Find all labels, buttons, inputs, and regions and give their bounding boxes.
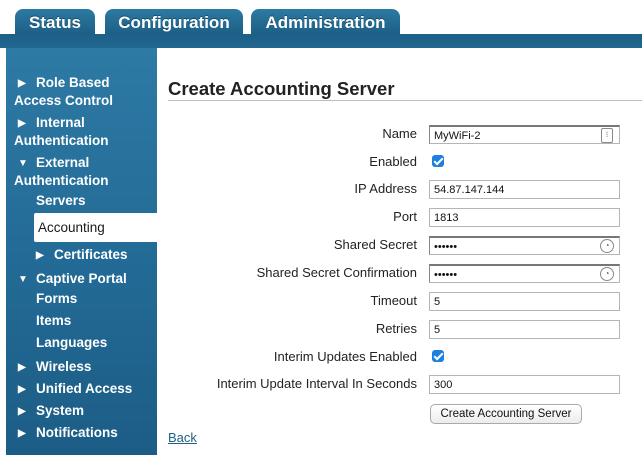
shared-secret-confirmation-input[interactable]: •••••• ◔ [429,264,620,283]
sidebar-item-role-based-access-control[interactable]: ▶ Role Based [18,74,110,93]
tab-configuration[interactable]: Configuration [105,9,243,34]
sidebar-item-internal-authentication-line2[interactable]: Authentication [14,132,109,150]
key-icon[interactable]: ◔ [600,239,614,253]
shared-secret-label: Shared Secret [333,237,417,252]
timeout-input[interactable]: 5 [429,292,620,311]
sidebar-item-items[interactable]: Items [36,312,71,330]
port-input[interactable]: 1813 [429,208,620,227]
interim-updates-enabled-checkbox[interactable] [432,350,444,362]
name-label: Name [382,126,417,141]
key-icon[interactable]: ◔ [600,267,614,281]
retries-label: Retries [375,321,417,336]
title-divider [168,100,642,101]
top-tab-bar: Status Configuration Administration [0,0,642,34]
shared-secret-input[interactable]: •••••• ◔ [429,236,620,255]
triangle-right-icon: ▶ [18,428,26,439]
sidebar-item-internal-authentication[interactable]: ▶ Internal [18,114,85,133]
enabled-checkbox[interactable] [432,155,444,167]
header-band [0,34,642,48]
retries-input[interactable]: 5 [429,320,620,339]
triangle-right-icon: ▶ [18,406,26,417]
sidebar-item-unified-access[interactable]: ▶ Unified Access [18,380,132,399]
triangle-right-icon: ▶ [36,250,44,261]
shared-secret-value: •••••• [434,241,458,253]
contact-card-icon[interactable]: ⁝ [601,128,613,143]
create-accounting-server-button[interactable]: Create Accounting Server [430,404,582,424]
enabled-label: Enabled [369,154,417,169]
page-title: Create Accounting Server [168,78,395,99]
sidebar-item-servers[interactable]: Servers [36,192,86,210]
shared-secret-confirmation-label: Shared Secret Confirmation [256,265,417,280]
tab-status[interactable]: Status [15,9,95,34]
sidebar-item-role-based-access-control-line2[interactable]: Access Control [14,92,113,110]
name-input[interactable]: MyWiFi-2 ⁝ [429,125,620,144]
port-label: Port [393,209,417,224]
triangle-right-icon: ▶ [18,362,26,373]
sidebar-item-wireless[interactable]: ▶ Wireless [18,358,91,377]
sidebar-item-external-authentication[interactable]: ▼ External [18,154,89,173]
interim-updates-enabled-label: Interim Updates Enabled [273,349,417,364]
shared-secret-confirmation-value: •••••• [434,269,458,281]
sidebar-item-external-authentication-line2[interactable]: Authentication [14,172,109,190]
triangle-right-icon: ▶ [18,78,26,89]
sidebar: ▶ Role Based Access Control ▶ Internal Aut… [6,48,157,455]
triangle-down-icon: ▼ [18,158,28,169]
sidebar-item-captive-portal[interactable]: ▼ Captive Portal [18,270,127,289]
sidebar-item-certificates[interactable]: ▶ Certificates [36,246,128,265]
triangle-right-icon: ▶ [18,384,26,395]
sidebar-item-accounting[interactable]: Accounting [34,213,157,242]
interim-update-interval-label: Interim Update Interval In Seconds [216,376,417,391]
name-value: MyWiFi-2 [434,130,481,142]
sidebar-item-notifications[interactable]: ▶ Notifications [18,424,118,443]
triangle-right-icon: ▶ [18,118,26,129]
triangle-down-icon: ▼ [18,274,28,285]
ip-address-label: IP Address [354,181,417,196]
ip-address-input[interactable]: 54.87.147.144 [429,180,620,199]
interim-update-interval-input[interactable]: 300 [429,375,620,394]
sidebar-item-forms[interactable]: Forms [36,290,77,308]
sidebar-item-system[interactable]: ▶ System [18,402,84,421]
timeout-label: Timeout [370,293,417,308]
tab-administration[interactable]: Administration [251,9,400,34]
sidebar-item-languages[interactable]: Languages [36,334,107,352]
back-link[interactable]: Back [168,430,197,445]
